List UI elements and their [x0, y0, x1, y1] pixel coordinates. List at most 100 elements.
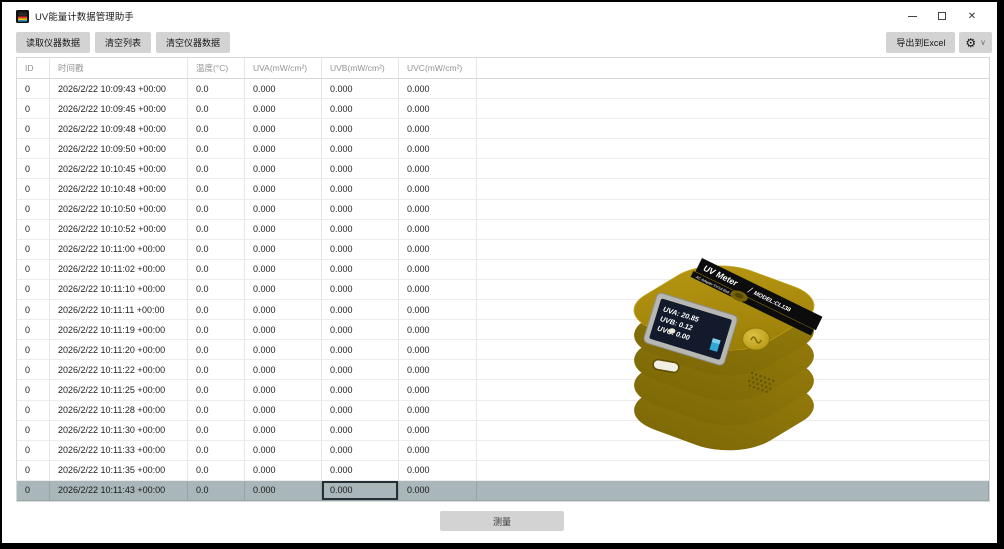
cell-uva[interactable]: 0.000	[245, 480, 322, 500]
cell-blank[interactable]	[477, 79, 989, 98]
cell-temp[interactable]: 0.0	[188, 159, 245, 179]
cell-uva[interactable]: 0.000	[245, 219, 322, 239]
cell-uva[interactable]: 0.000	[245, 199, 322, 219]
cell-temp[interactable]: 0.0	[188, 259, 245, 279]
cell-id[interactable]: 0	[17, 480, 50, 500]
cell-uvc[interactable]: 0.000	[399, 179, 477, 199]
cell-uva[interactable]: 0.000	[245, 420, 322, 440]
cell-uva[interactable]: 0.000	[245, 239, 322, 259]
cell-uvb[interactable]: 0.000	[322, 380, 399, 400]
column-header-UVB(mW/cm²)[interactable]: UVB(mW/cm²)	[322, 58, 399, 78]
cell-uva[interactable]: 0.000	[245, 340, 322, 360]
cell-uvb[interactable]: 0.000	[322, 99, 399, 119]
cell-time[interactable]: 2026/2/22 10:11:22 +00:00	[50, 360, 188, 380]
column-header-温度(°C)[interactable]: 温度(°C)	[188, 58, 245, 78]
cell-uvc[interactable]: 0.000	[399, 259, 477, 279]
cell-uva[interactable]: 0.000	[245, 440, 322, 460]
cell-uvb[interactable]: 0.000	[322, 360, 399, 380]
cell-temp[interactable]: 0.0	[188, 279, 245, 300]
close-button[interactable]: ✕	[957, 2, 987, 30]
cell-uvc[interactable]: 0.000	[399, 440, 477, 460]
export-excel-button[interactable]: 导出到Excel	[886, 32, 956, 53]
cell-uvb[interactable]: 0.000	[322, 79, 399, 99]
cell-uvb[interactable]: 0.000	[322, 279, 399, 300]
cell-uvc[interactable]: 0.000	[399, 219, 477, 239]
cell-uvc[interactable]: 0.000	[399, 380, 477, 400]
cell-id[interactable]: 0	[17, 179, 50, 199]
cell-id[interactable]: 0	[17, 99, 50, 119]
cell-id[interactable]: 0	[17, 320, 50, 340]
cell-id[interactable]: 0	[17, 259, 50, 279]
cell-time[interactable]: 2026/2/22 10:09:48 +00:00	[50, 119, 188, 139]
cell-blank[interactable]	[477, 200, 989, 219]
cell-id[interactable]: 0	[17, 79, 50, 99]
cell-uvb[interactable]: 0.000	[322, 420, 399, 440]
table-row[interactable]: 0 2026/2/22 10:11:43 +00:00 0.0 0.000 0.000 0…	[17, 480, 989, 501]
cell-blank[interactable]	[477, 461, 989, 480]
cell-id[interactable]: 0	[17, 139, 50, 159]
clear-list-button[interactable]: 清空列表	[95, 32, 152, 53]
cell-time[interactable]: 2026/2/22 10:11:35 +00:00	[50, 460, 188, 480]
cell-uva[interactable]: 0.000	[245, 380, 322, 400]
cell-blank[interactable]	[477, 139, 989, 158]
cell-blank[interactable]	[477, 260, 989, 279]
cell-time[interactable]: 2026/2/22 10:11:28 +00:00	[50, 400, 188, 420]
cell-time[interactable]: 2026/2/22 10:10:52 +00:00	[50, 219, 188, 239]
cell-temp[interactable]: 0.0	[188, 440, 245, 460]
table-row[interactable]: 0 2026/2/22 10:11:28 +00:00 0.0 0.000 0.000 0…	[17, 400, 989, 421]
cell-uva[interactable]: 0.000	[245, 400, 322, 420]
cell-uva[interactable]: 0.000	[245, 119, 322, 139]
cell-uvb[interactable]: 0.000	[322, 400, 399, 420]
cell-time[interactable]: 2026/2/22 10:09:43 +00:00	[50, 79, 188, 99]
clear-device-data-button[interactable]: 清空仪器数据	[156, 32, 231, 53]
cell-id[interactable]: 0	[17, 360, 50, 380]
cell-temp[interactable]: 0.0	[188, 480, 245, 500]
cell-uvb[interactable]: 0.000	[322, 480, 399, 500]
cell-temp[interactable]: 0.0	[188, 139, 245, 159]
read-device-data-button[interactable]: 读取仪器数据	[16, 32, 91, 53]
cell-uvc[interactable]: 0.000	[399, 360, 477, 380]
cell-uvc[interactable]: 0.000	[399, 239, 477, 259]
cell-uvb[interactable]: 0.000	[322, 159, 399, 179]
cell-uvc[interactable]: 0.000	[399, 119, 477, 139]
table-row[interactable]: 0 2026/2/22 10:11:30 +00:00 0.0 0.000 0.000 0…	[17, 420, 989, 441]
cell-temp[interactable]: 0.0	[188, 300, 245, 320]
cell-blank[interactable]	[477, 99, 989, 118]
cell-uvc[interactable]: 0.000	[399, 320, 477, 340]
cell-uvb[interactable]: 0.000	[322, 119, 399, 139]
cell-time[interactable]: 2026/2/22 10:11:10 +00:00	[50, 279, 188, 300]
table-row[interactable]: 0 2026/2/22 10:09:48 +00:00 0.0 0.000 0.000 0…	[17, 119, 989, 140]
cell-uva[interactable]: 0.000	[245, 300, 322, 320]
cell-blank[interactable]	[477, 421, 989, 440]
table-row[interactable]: 0 2026/2/22 10:11:20 +00:00 0.0 0.000 0.000 0…	[17, 340, 989, 361]
table-row[interactable]: 0 2026/2/22 10:11:35 +00:00 0.0 0.000 0.000 0…	[17, 460, 989, 481]
minimize-button[interactable]	[897, 2, 927, 30]
cell-uvb[interactable]: 0.000	[322, 460, 399, 480]
cell-time[interactable]: 2026/2/22 10:11:43 +00:00	[50, 480, 188, 500]
cell-blank[interactable]	[477, 280, 989, 299]
cell-blank[interactable]	[477, 320, 989, 339]
cell-id[interactable]: 0	[17, 219, 50, 239]
cell-blank[interactable]	[477, 360, 989, 379]
cell-blank[interactable]	[477, 340, 989, 359]
cell-uvb[interactable]: 0.000	[322, 199, 399, 219]
table-row[interactable]: 0 2026/2/22 10:09:43 +00:00 0.0 0.000 0.000 0…	[17, 79, 989, 100]
cell-uvb[interactable]: 0.000	[322, 340, 399, 360]
table-row[interactable]: 0 2026/2/22 10:10:50 +00:00 0.0 0.000 0.000 0…	[17, 199, 989, 220]
cell-temp[interactable]: 0.0	[188, 420, 245, 440]
cell-temp[interactable]: 0.0	[188, 360, 245, 380]
cell-uvb[interactable]: 0.000	[322, 239, 399, 259]
table-row[interactable]: 0 2026/2/22 10:11:02 +00:00 0.0 0.000 0.000 0…	[17, 259, 989, 280]
cell-blank[interactable]	[477, 380, 989, 399]
cell-uvb[interactable]: 0.000	[322, 300, 399, 320]
cell-blank[interactable]	[477, 240, 989, 259]
column-header-ID[interactable]: ID	[17, 58, 50, 78]
cell-temp[interactable]: 0.0	[188, 79, 245, 99]
cell-uvb[interactable]: 0.000	[322, 219, 399, 239]
table-row[interactable]: 0 2026/2/22 10:10:45 +00:00 0.0 0.000 0.000 0…	[17, 159, 989, 180]
column-header-extra[interactable]	[477, 58, 989, 78]
cell-uva[interactable]: 0.000	[245, 159, 322, 179]
measure-button[interactable]: 测量	[440, 511, 564, 531]
cell-uvb[interactable]: 0.000	[322, 179, 399, 199]
cell-uvc[interactable]: 0.000	[399, 159, 477, 179]
